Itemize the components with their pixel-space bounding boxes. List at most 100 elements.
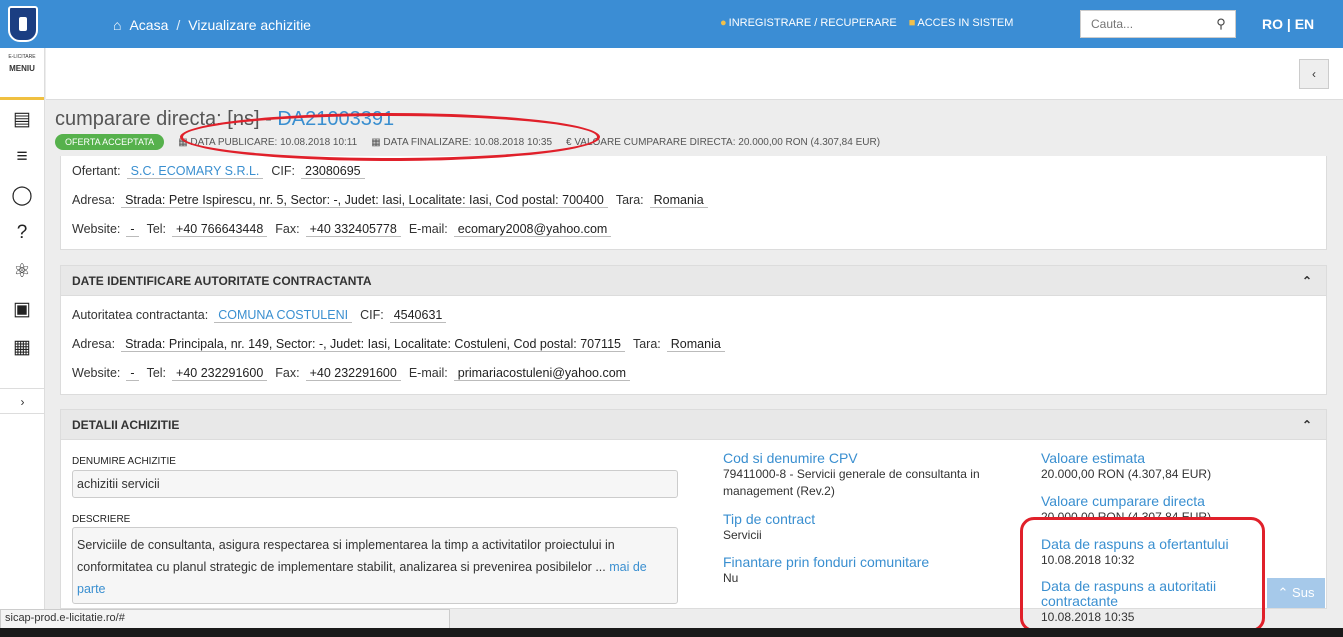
- language-switch[interactable]: RO | EN: [1262, 16, 1314, 32]
- ofertant-email: ecomary2008@yahoo.com: [453, 222, 612, 237]
- autoritate-address-row: Adresa: Strada: Principala, nr. 149, Sec…: [72, 337, 725, 352]
- autoritate-name-link[interactable]: COMUNA COSTULENI: [214, 308, 353, 323]
- direct-value: 20.000,00 RON (4.307,84 EUR): [1041, 510, 1212, 517]
- login-link[interactable]: ■ ACCES IN SISTEM: [909, 17, 1014, 29]
- top-bar: ⌂ Acasa / Vizualizare achizitie ● INREGIS…: [0, 0, 1343, 48]
- annotation-circle: [180, 113, 600, 161]
- register-label: INREGISTRARE / RECUPERARE: [728, 17, 897, 29]
- sicap-logo[interactable]: [8, 6, 38, 42]
- cpv-heading: Cod si denumire CPV: [723, 450, 858, 466]
- breadcrumb-current: Vizualizare achizitie: [188, 17, 311, 33]
- ofertant-address: Strada: Petre Ispirescu, nr. 5, Sector: …: [121, 193, 608, 208]
- search-box: ⚲: [1080, 10, 1236, 38]
- autoritate-email-label: E-mail:: [408, 366, 448, 380]
- funding-block: Finantare prin fonduri comunitare Nu: [723, 554, 1003, 587]
- scroll-top-button[interactable]: ⌃ Sus: [1267, 578, 1325, 608]
- detalii-heading: DETALII ACHIZITIE: [72, 418, 180, 432]
- sidebar-expand-chevron-icon[interactable]: ›: [0, 388, 45, 414]
- autoritate-fax-label: Fax:: [275, 366, 300, 380]
- descriere-label: DESCRIERE: [72, 514, 131, 525]
- ofertant-name-link[interactable]: S.C. ECOMARY S.R.L.: [126, 164, 264, 179]
- chevron-up-icon[interactable]: ⌃: [1302, 266, 1312, 296]
- top-links: ● INREGISTRARE / RECUPERARE ■ ACCES IN SIS…: [720, 17, 1013, 29]
- page-toolbar: ‹: [46, 48, 1343, 100]
- autoritate-row: Autoritatea contractanta: COMUNA COSTULE…: [72, 308, 447, 323]
- descriere-text: Serviciile de consultanta, asigura respe…: [77, 538, 615, 574]
- autoritate-fax: +40 232291600: [305, 366, 401, 381]
- contract-type-block: Tip de contract Servicii: [723, 511, 1003, 544]
- sidebar-menu-toggle[interactable]: E-LICITARE MENIU: [0, 48, 44, 100]
- ofertant-country: Romania: [649, 193, 708, 208]
- breadcrumb-home[interactable]: Acasa: [129, 17, 168, 33]
- direct-purchase-value: € VALOARE CUMPARARE DIRECTA: 20.000,00 R…: [566, 136, 881, 148]
- autoritate-cif: 4540631: [389, 308, 447, 323]
- ofertant-cif: 23080695: [301, 164, 365, 179]
- direct-value-block: Valoare cumparare directa 20.000,00 RON …: [1041, 493, 1261, 517]
- breadcrumb-separator: /: [176, 17, 181, 33]
- search-icon[interactable]: ⚲: [1207, 16, 1235, 32]
- autoritate-panel: DATE IDENTIFICARE AUTORITATE CONTRACTANT…: [60, 265, 1327, 395]
- ofertant-row: Ofertant: S.C. ECOMARY S.R.L. CIF: 23080…: [72, 164, 365, 179]
- id-card-icon[interactable]: ▣: [0, 290, 44, 328]
- annotation-box: [1020, 517, 1265, 632]
- autoritate-country: Romania: [666, 337, 725, 352]
- cpv-block: Cod si denumire CPV 79411000-8 - Servici…: [723, 450, 1003, 500]
- home-icon[interactable]: ⌂: [113, 17, 121, 33]
- sidebar: E-LICITARE MENIU ▤ ≡ ◯ ? ⚛ ▣ ▦ ›: [0, 48, 45, 624]
- autoritate-cif-label: CIF:: [360, 308, 384, 322]
- catalog-icon[interactable]: ▦: [0, 328, 44, 366]
- direct-value-heading: Valoare cumparare directa: [1041, 493, 1205, 509]
- descriere-field: Serviciile de consultanta, asigura respe…: [72, 527, 678, 604]
- autoritate-country-label: Tara:: [632, 337, 661, 351]
- ofertant-website: -: [126, 222, 139, 237]
- ofertant-fax-label: Fax:: [275, 222, 300, 236]
- autoritate-address-label: Adresa:: [72, 337, 116, 351]
- autoritate-header[interactable]: DATE IDENTIFICARE AUTORITATE CONTRACTANT…: [61, 266, 1326, 296]
- breadcrumb: ⌂ Acasa / Vizualizare achizitie: [113, 17, 311, 33]
- ofertant-fax: +40 332405778: [305, 222, 401, 237]
- hand-money-icon[interactable]: ⚛: [0, 252, 44, 290]
- browser-status-bar: sicap-prod.e-licitatie.ro/#: [0, 609, 450, 629]
- autoritate-tel-label: Tel:: [146, 366, 167, 380]
- status-badge: OFERTA ACCEPTATA: [55, 134, 165, 150]
- ofertant-address-row: Adresa: Strada: Petre Ispirescu, nr. 5, …: [72, 193, 708, 208]
- denumire-label: DENUMIRE ACHIZITIE: [72, 456, 176, 467]
- login-label: ACCES IN SISTEM: [917, 17, 1014, 29]
- ofertant-website-label: Website:: [72, 222, 121, 236]
- autoritate-email: primariacostuleni@yahoo.com: [453, 366, 631, 381]
- contract-type-heading: Tip de contract: [723, 511, 816, 527]
- autoritate-label: Autoritatea contractanta:: [72, 308, 209, 322]
- sidebar-brand: E-LICITARE: [8, 54, 36, 60]
- contract-type-value: Servicii: [723, 528, 762, 542]
- estimated-value: 20.000,00 RON (4.307,84 EUR): [1041, 467, 1212, 481]
- funding-value: Nu: [723, 571, 739, 585]
- ofertant-email-label: E-mail:: [408, 222, 448, 236]
- autoritate-website: -: [126, 366, 139, 381]
- register-link[interactable]: ● INREGISTRARE / RECUPERARE: [720, 17, 897, 29]
- ofertant-country-label: Tara:: [615, 193, 644, 207]
- ofertant-contact-row: Website: - Tel: +40 766643448 Fax: +40 3…: [72, 222, 612, 237]
- shield-document-icon[interactable]: ◯: [0, 176, 44, 214]
- document-icon[interactable]: ▤: [0, 100, 44, 138]
- user-icon: ●: [720, 17, 727, 29]
- sidebar-menu-label: MENIU: [9, 64, 35, 73]
- funding-heading: Finantare prin fonduri comunitare: [723, 554, 930, 570]
- taskbar: [0, 628, 1343, 637]
- estimated-value-block: Valoare estimata 20.000,00 RON (4.307,84…: [1041, 450, 1261, 483]
- ofertant-label: Ofertant:: [72, 164, 121, 178]
- autoritate-website-label: Website:: [72, 366, 121, 380]
- export-list-icon[interactable]: ≡: [0, 138, 44, 176]
- detalii-header[interactable]: DETALII ACHIZITIE ⌃: [61, 410, 1326, 440]
- scroll-top-label: Sus: [1292, 585, 1315, 600]
- chevron-up-icon: ⌃: [1277, 585, 1293, 600]
- denumire-field: achizitii servicii: [72, 470, 678, 498]
- back-button[interactable]: ‹: [1299, 59, 1329, 89]
- autoritate-address: Strada: Principala, nr. 149, Sector: -, …: [121, 337, 625, 352]
- ofertant-tel: +40 766643448: [172, 222, 268, 237]
- help-icon[interactable]: ?: [0, 214, 44, 252]
- lock-icon: ■: [908, 17, 916, 29]
- search-input[interactable]: [1081, 17, 1207, 31]
- ofertant-panel: Ofertant: S.C. ECOMARY S.R.L. CIF: 23080…: [60, 156, 1327, 250]
- ofertant-address-label: Adresa:: [72, 193, 116, 207]
- chevron-up-icon[interactable]: ⌃: [1302, 410, 1312, 440]
